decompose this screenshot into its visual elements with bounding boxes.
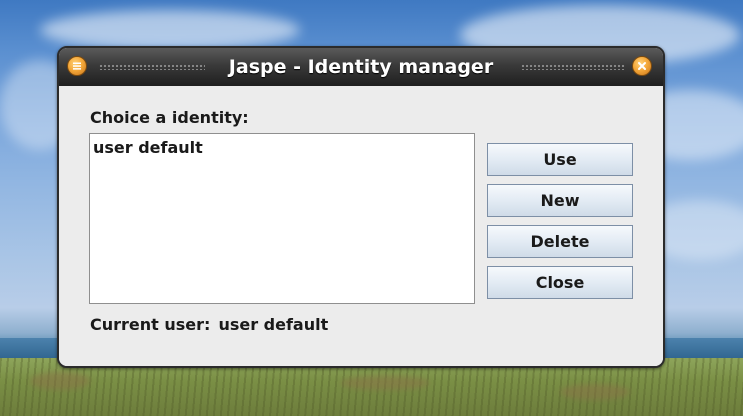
close-icon	[638, 62, 646, 70]
titlebar-grip	[99, 64, 205, 70]
identity-list[interactable]: user default	[89, 133, 475, 304]
grass-patch	[560, 384, 630, 400]
current-user-status: Current user: user default	[90, 315, 328, 335]
window-menu-button[interactable]	[67, 56, 87, 76]
delete-button[interactable]: Delete	[487, 225, 633, 258]
identity-manager-window: Jaspe - Identity manager Choice a identi…	[57, 46, 665, 368]
titlebar-grip	[521, 64, 625, 70]
dialog-content: Choice a identity: user default Use New …	[59, 86, 663, 366]
use-button[interactable]: Use	[487, 143, 633, 176]
menu-icon	[73, 62, 81, 70]
grass-patch	[30, 372, 90, 390]
close-button[interactable]: Close	[487, 266, 633, 299]
window-titlebar[interactable]: Jaspe - Identity manager	[59, 48, 663, 86]
choice-label: Choice a identity:	[90, 108, 249, 127]
cloud	[40, 10, 300, 50]
current-user-label: Current user:	[90, 315, 211, 334]
window-close-button[interactable]	[632, 56, 652, 76]
list-item[interactable]: user default	[93, 138, 203, 158]
new-button[interactable]: New	[487, 184, 633, 217]
window-title: Jaspe - Identity manager	[228, 56, 494, 78]
grass-patch	[340, 376, 430, 390]
current-user-value: user default	[218, 315, 329, 334]
